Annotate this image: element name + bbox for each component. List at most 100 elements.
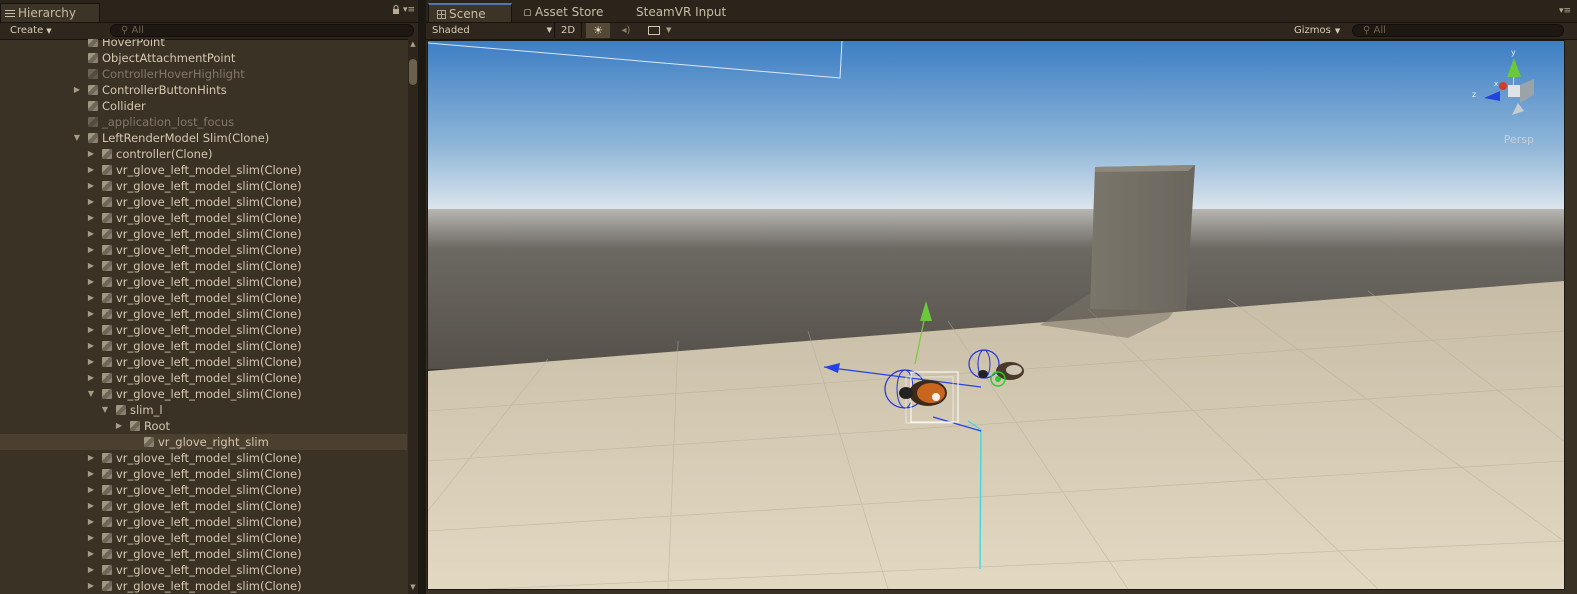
hierarchy-row[interactable]: ▶ controller(Clone) — [0, 146, 407, 162]
scroll-down-icon[interactable]: ▼ — [408, 582, 418, 592]
hierarchy-row[interactable]: ▶ vr_glove_left_model_slim(Clone) — [0, 450, 407, 466]
gameobject-icon — [102, 309, 112, 319]
expand-toggle-icon[interactable]: ▶ — [86, 226, 96, 242]
projection-label[interactable]: Persp — [1504, 133, 1534, 146]
expand-toggle-icon[interactable]: ▶ — [86, 466, 96, 482]
expand-toggle-icon[interactable]: ▶ — [86, 194, 96, 210]
panel-divider[interactable] — [418, 0, 426, 594]
scroll-thumb[interactable] — [409, 59, 417, 85]
hierarchy-menu-icon[interactable]: ▾≡ — [403, 5, 415, 15]
hierarchy-row[interactable]: HoverPoint — [0, 39, 407, 50]
hierarchy-row[interactable]: ▶ vr_glove_left_model_slim(Clone) — [0, 178, 407, 194]
lighting-toggle-icon[interactable]: ☀ — [586, 23, 610, 38]
audio-toggle-icon[interactable]: ◂) — [614, 23, 638, 38]
gameobject-icon — [88, 39, 98, 47]
hierarchy-row-label: vr_glove_left_model_slim(Clone) — [116, 371, 302, 385]
tab-hierarchy[interactable]: Hierarchy — [0, 3, 100, 22]
expand-toggle-icon[interactable]: ▶ — [86, 530, 96, 546]
expand-toggle-icon[interactable]: ▼ — [100, 402, 110, 418]
hierarchy-row[interactable]: vr_glove_right_slim — [0, 434, 407, 450]
scroll-up-icon[interactable]: ▲ — [408, 39, 418, 49]
hierarchy-row-label: vr_glove_left_model_slim(Clone) — [116, 483, 302, 497]
hierarchy-row[interactable]: ▶ vr_glove_left_model_slim(Clone) — [0, 498, 407, 514]
expand-toggle-icon[interactable]: ▶ — [86, 562, 96, 578]
hierarchy-row[interactable]: ObjectAttachmentPoint — [0, 50, 407, 66]
create-button[interactable]: Create ▼ — [4, 23, 58, 39]
hierarchy-toolbar: Create ▼ ⚲ All — [0, 23, 418, 40]
hierarchy-row[interactable]: ▶ vr_glove_left_model_slim(Clone) — [0, 338, 407, 354]
hierarchy-row[interactable]: ▶ vr_glove_left_model_slim(Clone) — [0, 546, 407, 562]
scene-search-input[interactable]: ⚲ All — [1352, 24, 1564, 37]
hierarchy-row[interactable]: ▶ vr_glove_left_model_slim(Clone) — [0, 306, 407, 322]
expand-toggle-icon[interactable]: ▶ — [86, 498, 96, 514]
hierarchy-row[interactable]: ▶ vr_glove_left_model_slim(Clone) — [0, 242, 407, 258]
hierarchy-row[interactable]: ▶ vr_glove_left_model_slim(Clone) — [0, 194, 407, 210]
effects-dropdown-icon[interactable]: ▼ — [666, 23, 674, 38]
expand-toggle-icon[interactable]: ▼ — [86, 386, 96, 402]
shading-mode-dropdown[interactable]: Shaded ▼ — [432, 23, 552, 39]
expand-toggle-icon[interactable]: ▶ — [86, 178, 96, 194]
expand-toggle-icon[interactable]: ▶ — [86, 322, 96, 338]
hierarchy-row-label: vr_glove_left_model_slim(Clone) — [116, 323, 302, 337]
gizmos-label: Gizmos — [1294, 25, 1331, 36]
expand-toggle-icon[interactable]: ▶ — [86, 210, 96, 226]
hierarchy-scrollbar[interactable]: ▲ ▼ — [408, 39, 418, 594]
hierarchy-row[interactable]: ▶ vr_glove_left_model_slim(Clone) — [0, 562, 407, 578]
expand-toggle-icon[interactable]: ▶ — [86, 578, 96, 594]
expand-toggle-icon[interactable]: ▶ — [86, 450, 96, 466]
expand-toggle-icon[interactable]: ▶ — [86, 258, 96, 274]
hierarchy-row[interactable]: ▶ vr_glove_left_model_slim(Clone) — [0, 162, 407, 178]
expand-toggle-icon[interactable]: ▶ — [86, 162, 96, 178]
hierarchy-row[interactable]: Collider — [0, 98, 407, 114]
hierarchy-row[interactable]: _application_lost_focus — [0, 114, 407, 130]
hierarchy-row[interactable]: ▶ vr_glove_left_model_slim(Clone) — [0, 370, 407, 386]
hierarchy-row[interactable]: ▶ vr_glove_left_model_slim(Clone) — [0, 322, 407, 338]
gameobject-icon — [88, 133, 98, 143]
hierarchy-row[interactable]: ▶ vr_glove_left_model_slim(Clone) — [0, 290, 407, 306]
expand-toggle-icon[interactable]: ▶ — [86, 306, 96, 322]
expand-toggle-icon[interactable]: ▶ — [86, 370, 96, 386]
expand-toggle-icon[interactable]: ▼ — [72, 130, 82, 146]
hierarchy-row[interactable]: ▼ vr_glove_left_model_slim(Clone) — [0, 386, 407, 402]
hierarchy-row[interactable]: ▶ vr_glove_left_model_slim(Clone) — [0, 274, 407, 290]
shading-mode-label: Shaded — [432, 25, 470, 36]
hierarchy-row[interactable]: ▶ vr_glove_left_model_slim(Clone) — [0, 482, 407, 498]
gizmos-dropdown[interactable]: Gizmos ▼ — [1294, 23, 1340, 39]
expand-toggle-icon[interactable]: ▶ — [86, 242, 96, 258]
hierarchy-row[interactable]: ▶ vr_glove_left_model_slim(Clone) — [0, 210, 407, 226]
hierarchy-row[interactable]: ▶ Root — [0, 418, 407, 434]
expand-toggle-icon[interactable]: ▶ — [86, 290, 96, 306]
hierarchy-search-input[interactable]: ⚲ All — [110, 24, 414, 37]
gameobject-icon — [102, 197, 112, 207]
expand-toggle-icon[interactable]: ▶ — [86, 546, 96, 562]
expand-toggle-icon[interactable]: ▶ — [86, 514, 96, 530]
toggle-2d-button[interactable]: 2D — [554, 23, 582, 38]
hierarchy-row[interactable]: ▶ vr_glove_left_model_slim(Clone) — [0, 354, 407, 370]
hierarchy-row[interactable]: ▶ vr_glove_left_model_slim(Clone) — [0, 530, 407, 546]
expand-toggle-icon[interactable]: ▶ — [72, 82, 82, 98]
expand-toggle-icon[interactable]: ▶ — [114, 418, 124, 434]
image-effects-icon[interactable] — [642, 23, 666, 38]
scene-render[interactable]: y z x — [428, 41, 1564, 589]
hierarchy-row[interactable]: ▼ slim_l — [0, 402, 407, 418]
tab-scene[interactable]: Scene — [428, 3, 512, 22]
hierarchy-row[interactable]: ▶ vr_glove_left_model_slim(Clone) — [0, 514, 407, 530]
hierarchy-row[interactable]: ▶ ControllerButtonHints — [0, 82, 407, 98]
expand-toggle-icon[interactable]: ▶ — [86, 338, 96, 354]
svg-text:y: y — [1511, 48, 1516, 57]
hierarchy-row[interactable]: ▶ vr_glove_left_model_slim(Clone) — [0, 258, 407, 274]
scene-menu-icon[interactable]: ▾≡ — [1559, 6, 1571, 16]
hierarchy-row[interactable]: ▼ LeftRenderModel Slim(Clone) — [0, 130, 407, 146]
hierarchy-row[interactable]: ▶ vr_glove_left_model_slim(Clone) — [0, 578, 407, 594]
expand-toggle-icon[interactable]: ▶ — [86, 274, 96, 290]
hierarchy-row[interactable]: ControllerHoverHighlight — [0, 66, 407, 82]
hierarchy-row[interactable]: ▶ vr_glove_left_model_slim(Clone) — [0, 466, 407, 482]
expand-toggle-icon[interactable]: ▶ — [86, 482, 96, 498]
hierarchy-row[interactable]: ▶ vr_glove_left_model_slim(Clone) — [0, 226, 407, 242]
scene-viewport[interactable]: y z x Persp — [427, 40, 1565, 590]
lock-icon[interactable] — [392, 5, 400, 17]
expand-toggle-icon[interactable]: ▶ — [86, 354, 96, 370]
tab-asset-store[interactable]: Asset Store — [516, 3, 616, 22]
expand-toggle-icon[interactable]: ▶ — [86, 146, 96, 162]
tab-steamvr-input[interactable]: SteamVR Input — [628, 3, 738, 22]
